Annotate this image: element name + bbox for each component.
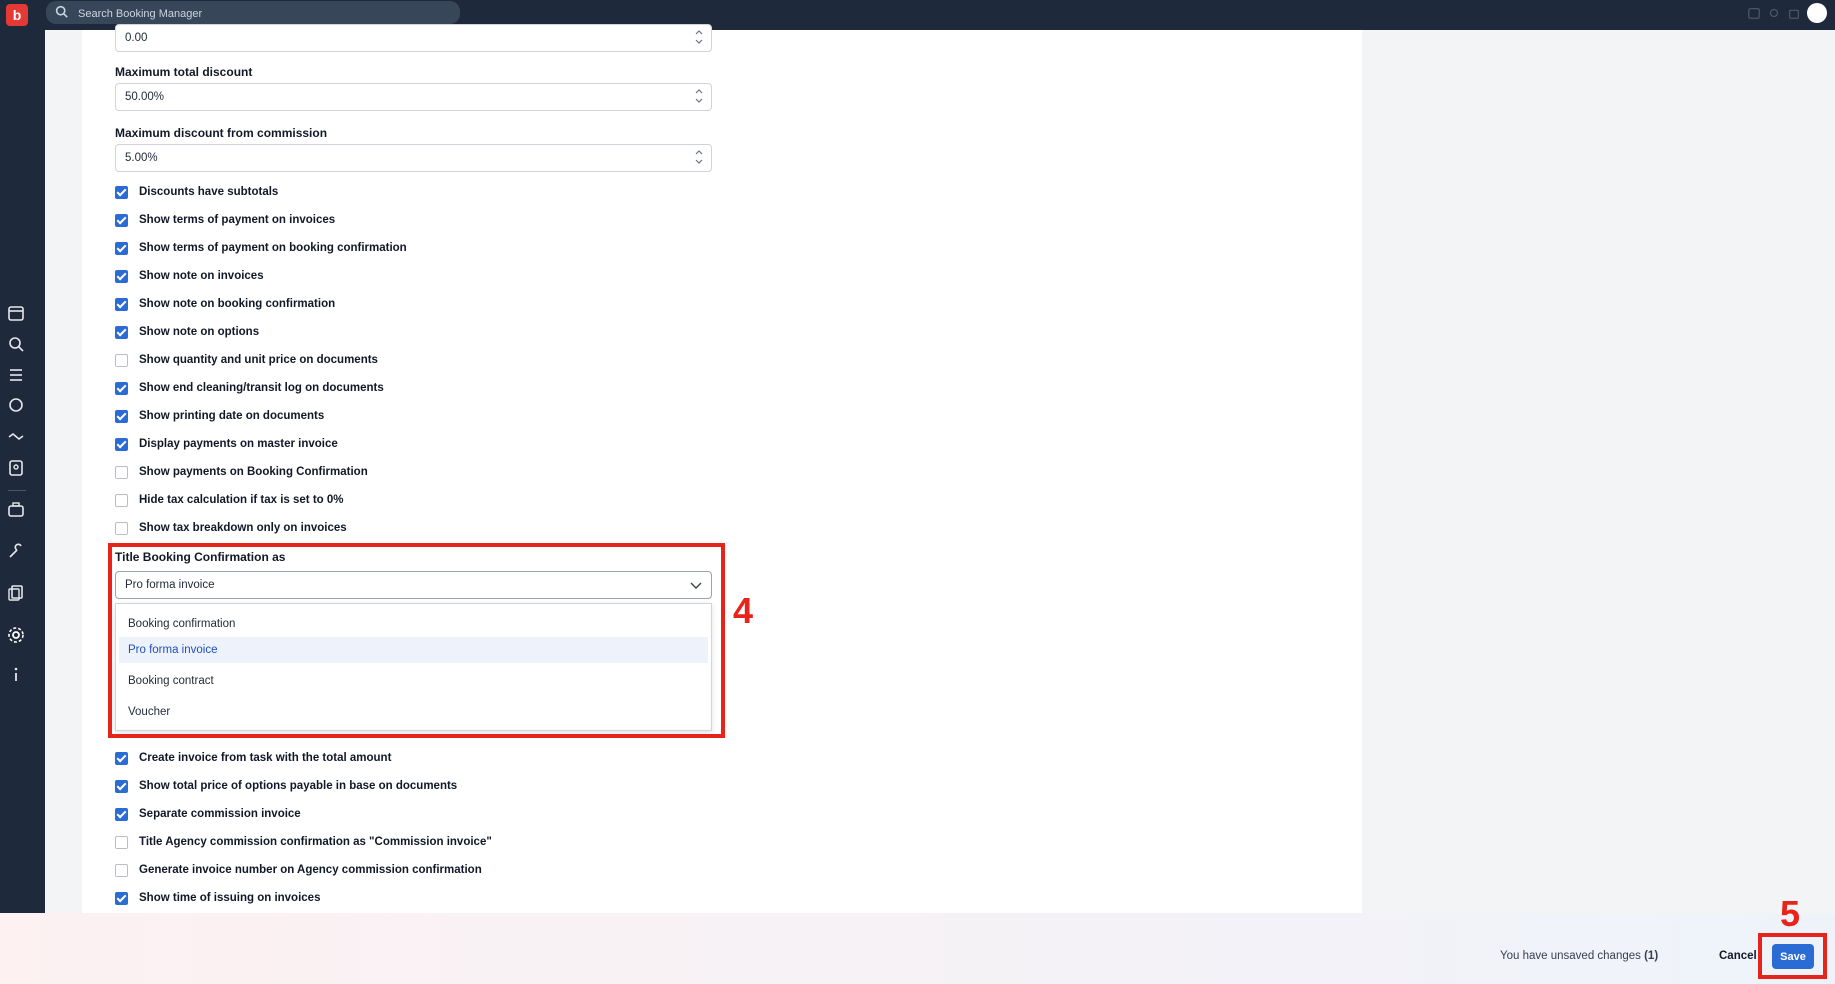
app-logo[interactable]: b bbox=[6, 4, 28, 26]
checkbox-label: Show quantity and unit price on document… bbox=[139, 354, 378, 366]
checkbox-row[interactable]: Show note on invoices bbox=[115, 268, 264, 284]
bag-icon[interactable] bbox=[1787, 6, 1801, 20]
checkbox-label: Show time of issuing on invoices bbox=[139, 892, 321, 904]
checkbox-label: Show terms of payment on booking confirm… bbox=[139, 242, 407, 254]
checkbox-unchecked[interactable] bbox=[115, 863, 128, 877]
contacts-icon[interactable] bbox=[7, 459, 25, 477]
checkbox-checked[interactable] bbox=[115, 381, 128, 395]
checkbox-row[interactable]: Show tax breakdown only on invoices bbox=[115, 520, 347, 536]
max-total-discount-value: 50.00% bbox=[125, 91, 165, 103]
checkbox-label: Show payments on Booking Confirmation bbox=[139, 466, 368, 478]
checkbox-row[interactable]: Separate commission invoice bbox=[115, 806, 301, 822]
checkbox-checked[interactable] bbox=[115, 409, 128, 423]
avatar[interactable] bbox=[1807, 3, 1827, 23]
checkbox-unchecked[interactable] bbox=[115, 835, 128, 849]
checkbox-checked[interactable] bbox=[115, 325, 128, 339]
checkbox-label: Title Agency commission confirmation as … bbox=[139, 836, 492, 848]
step-5-marker: 5 bbox=[1780, 893, 1801, 934]
checkbox-row[interactable]: Show printing date on documents bbox=[115, 408, 324, 424]
checkbox-label: Show total price of options payable in b… bbox=[139, 780, 458, 792]
stepper-icon[interactable] bbox=[695, 148, 703, 166]
search-input[interactable] bbox=[76, 1, 450, 26]
cancel-button[interactable]: Cancel bbox=[1713, 944, 1763, 968]
checkbox-label: Show end cleaning/transit log on documen… bbox=[139, 382, 384, 394]
checkbox-checked[interactable] bbox=[115, 241, 128, 255]
info-icon[interactable] bbox=[7, 665, 25, 683]
briefcase-icon[interactable] bbox=[7, 500, 25, 518]
max-total-discount-input[interactable]: 50.00% bbox=[115, 83, 712, 111]
unsaved-changes-text: You have unsaved changes (1) bbox=[1500, 950, 1658, 962]
checkbox-label: Generate invoice number on Agency commis… bbox=[139, 864, 482, 876]
step-4-marker: 4 bbox=[733, 590, 754, 631]
calendar-icon[interactable] bbox=[7, 304, 25, 322]
checkbox-label: Create invoice from task with the total … bbox=[139, 752, 392, 764]
sidebar bbox=[0, 30, 45, 913]
checkbox-row[interactable]: Discounts have subtotals bbox=[115, 184, 278, 200]
checkbox-checked[interactable] bbox=[115, 297, 128, 311]
checkbox-row[interactable]: Show note on options bbox=[115, 324, 259, 340]
max-discount-commission-label: Maximum discount from commission bbox=[115, 126, 328, 140]
checkbox-unchecked[interactable] bbox=[115, 353, 128, 367]
checkbox-label: Discounts have subtotals bbox=[139, 186, 279, 198]
calendar-icon[interactable] bbox=[1747, 6, 1761, 20]
unsaved-label: You have unsaved changes bbox=[1500, 950, 1641, 962]
top-icons bbox=[1747, 3, 1827, 23]
checkbox-checked[interactable] bbox=[115, 807, 128, 821]
checkbox-row[interactable]: Show terms of payment on booking confirm… bbox=[115, 240, 407, 256]
checkbox-row[interactable]: Show quantity and unit price on document… bbox=[115, 352, 378, 368]
max-discount-commission-input[interactable]: 5.00% bbox=[115, 144, 712, 172]
list-icon[interactable] bbox=[7, 366, 25, 384]
highlight-box-step4 bbox=[108, 543, 725, 738]
documents-icon[interactable] bbox=[7, 584, 25, 602]
checkbox-checked[interactable] bbox=[115, 751, 128, 765]
checkbox-row[interactable]: Show end cleaning/transit log on documen… bbox=[115, 380, 384, 396]
checkbox-label: Show note on invoices bbox=[139, 270, 264, 282]
search-icon bbox=[55, 5, 68, 18]
chat-icon[interactable] bbox=[7, 397, 25, 415]
checkbox-label: Show terms of payment on invoices bbox=[139, 214, 336, 226]
checkbox-label: Show note on booking confirmation bbox=[139, 298, 336, 310]
handshake-icon[interactable] bbox=[7, 428, 25, 446]
checkbox-row[interactable]: Show total price of options payable in b… bbox=[115, 778, 457, 794]
checkbox-unchecked[interactable] bbox=[115, 493, 128, 507]
checkbox-label: Separate commission invoice bbox=[139, 808, 301, 820]
highlight-box-step5 bbox=[1758, 933, 1827, 979]
checkbox-checked[interactable] bbox=[115, 185, 128, 199]
checkbox-unchecked[interactable] bbox=[115, 465, 128, 479]
sidebar-divider bbox=[8, 490, 26, 491]
discount-value: 0.00 bbox=[125, 32, 148, 44]
checkbox-label: Show note on options bbox=[139, 326, 260, 338]
checkbox-checked[interactable] bbox=[115, 437, 128, 451]
checkbox-row[interactable]: Title Agency commission confirmation as … bbox=[115, 834, 492, 850]
checkbox-row[interactable]: Generate invoice number on Agency commis… bbox=[115, 862, 482, 878]
checkbox-checked[interactable] bbox=[115, 269, 128, 283]
checkbox-unchecked[interactable] bbox=[115, 521, 128, 535]
discount-input[interactable]: 0.00 bbox=[115, 24, 712, 52]
unsaved-count: (1) bbox=[1644, 950, 1659, 962]
gear-icon[interactable] bbox=[1767, 6, 1781, 20]
checkbox-row[interactable]: Show time of issuing on invoices bbox=[115, 890, 320, 906]
checkbox-row[interactable]: Hide tax calculation if tax is set to 0% bbox=[115, 492, 344, 508]
stepper-icon[interactable] bbox=[695, 28, 703, 46]
checkbox-checked[interactable] bbox=[115, 213, 128, 227]
wrench-icon[interactable] bbox=[7, 542, 25, 560]
checkbox-row[interactable]: Display payments on master invoice bbox=[115, 436, 338, 452]
checkbox-checked[interactable] bbox=[115, 779, 128, 793]
checkbox-row[interactable]: Show payments on Booking Confirmation bbox=[115, 464, 368, 480]
checkbox-row[interactable]: Create invoice from task with the total … bbox=[115, 750, 391, 766]
checkbox-label: Show printing date on documents bbox=[139, 410, 325, 422]
footer-bar bbox=[0, 913, 1835, 984]
checkbox-label: Show tax breakdown only on invoices bbox=[139, 522, 347, 534]
max-discount-commission-value: 5.00% bbox=[125, 152, 158, 164]
checkbox-row[interactable]: Show terms of payment on invoices bbox=[115, 212, 335, 228]
checkbox-label: Hide tax calculation if tax is set to 0% bbox=[139, 494, 344, 506]
gear-icon[interactable] bbox=[7, 626, 25, 644]
checkbox-row[interactable]: Show note on booking confirmation bbox=[115, 296, 335, 312]
max-total-discount-label: Maximum total discount bbox=[115, 65, 253, 79]
search-icon[interactable] bbox=[7, 335, 25, 353]
checkbox-checked[interactable] bbox=[115, 891, 128, 905]
checkbox-label: Display payments on master invoice bbox=[139, 438, 338, 450]
stepper-icon[interactable] bbox=[695, 87, 703, 105]
search-box[interactable] bbox=[46, 1, 460, 26]
